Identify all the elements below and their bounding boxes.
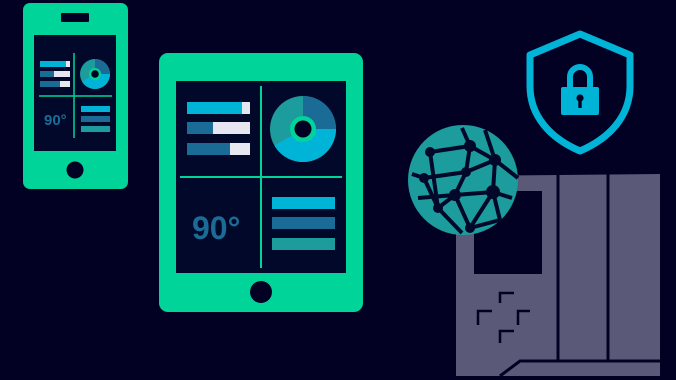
phone-stripe <box>81 106 110 112</box>
globe-network-icon <box>408 125 520 235</box>
tablet-bar <box>187 122 213 134</box>
phone-bar-group <box>40 61 70 87</box>
tablet-bar-group <box>187 102 250 155</box>
padlock-shackle <box>567 64 593 88</box>
phone-bar <box>40 61 66 67</box>
tablet-donut-chart <box>270 96 337 163</box>
tablet-stripe <box>272 238 335 250</box>
phone-bar <box>40 81 60 87</box>
shield-lock-icon <box>526 30 634 155</box>
phone-screen <box>34 35 116 151</box>
phone-donut-chart <box>80 59 111 90</box>
phone-speaker <box>61 13 89 22</box>
phone-stripe <box>81 116 110 122</box>
tablet-stripe <box>272 217 335 229</box>
phone-donut-hole <box>91 70 99 78</box>
phone-stripe <box>81 126 110 132</box>
phone-temperature: 90° <box>44 112 67 129</box>
padlock-keyhole-slot <box>578 99 582 108</box>
phone-home-button <box>66 161 84 179</box>
tablet-bar <box>187 102 242 114</box>
tablet-donut-hole <box>294 120 312 138</box>
tablet-icon: 90° <box>159 53 363 312</box>
tablet-bar <box>187 143 230 155</box>
phone-bar <box>40 71 54 77</box>
illustration-canvas: 90° 90° <box>23 3 660 378</box>
tablet-temperature: 90° <box>192 210 240 246</box>
smartphone-icon: 90° <box>23 3 128 189</box>
tablet-stripe <box>272 197 335 209</box>
tablet-home-button <box>250 281 272 303</box>
